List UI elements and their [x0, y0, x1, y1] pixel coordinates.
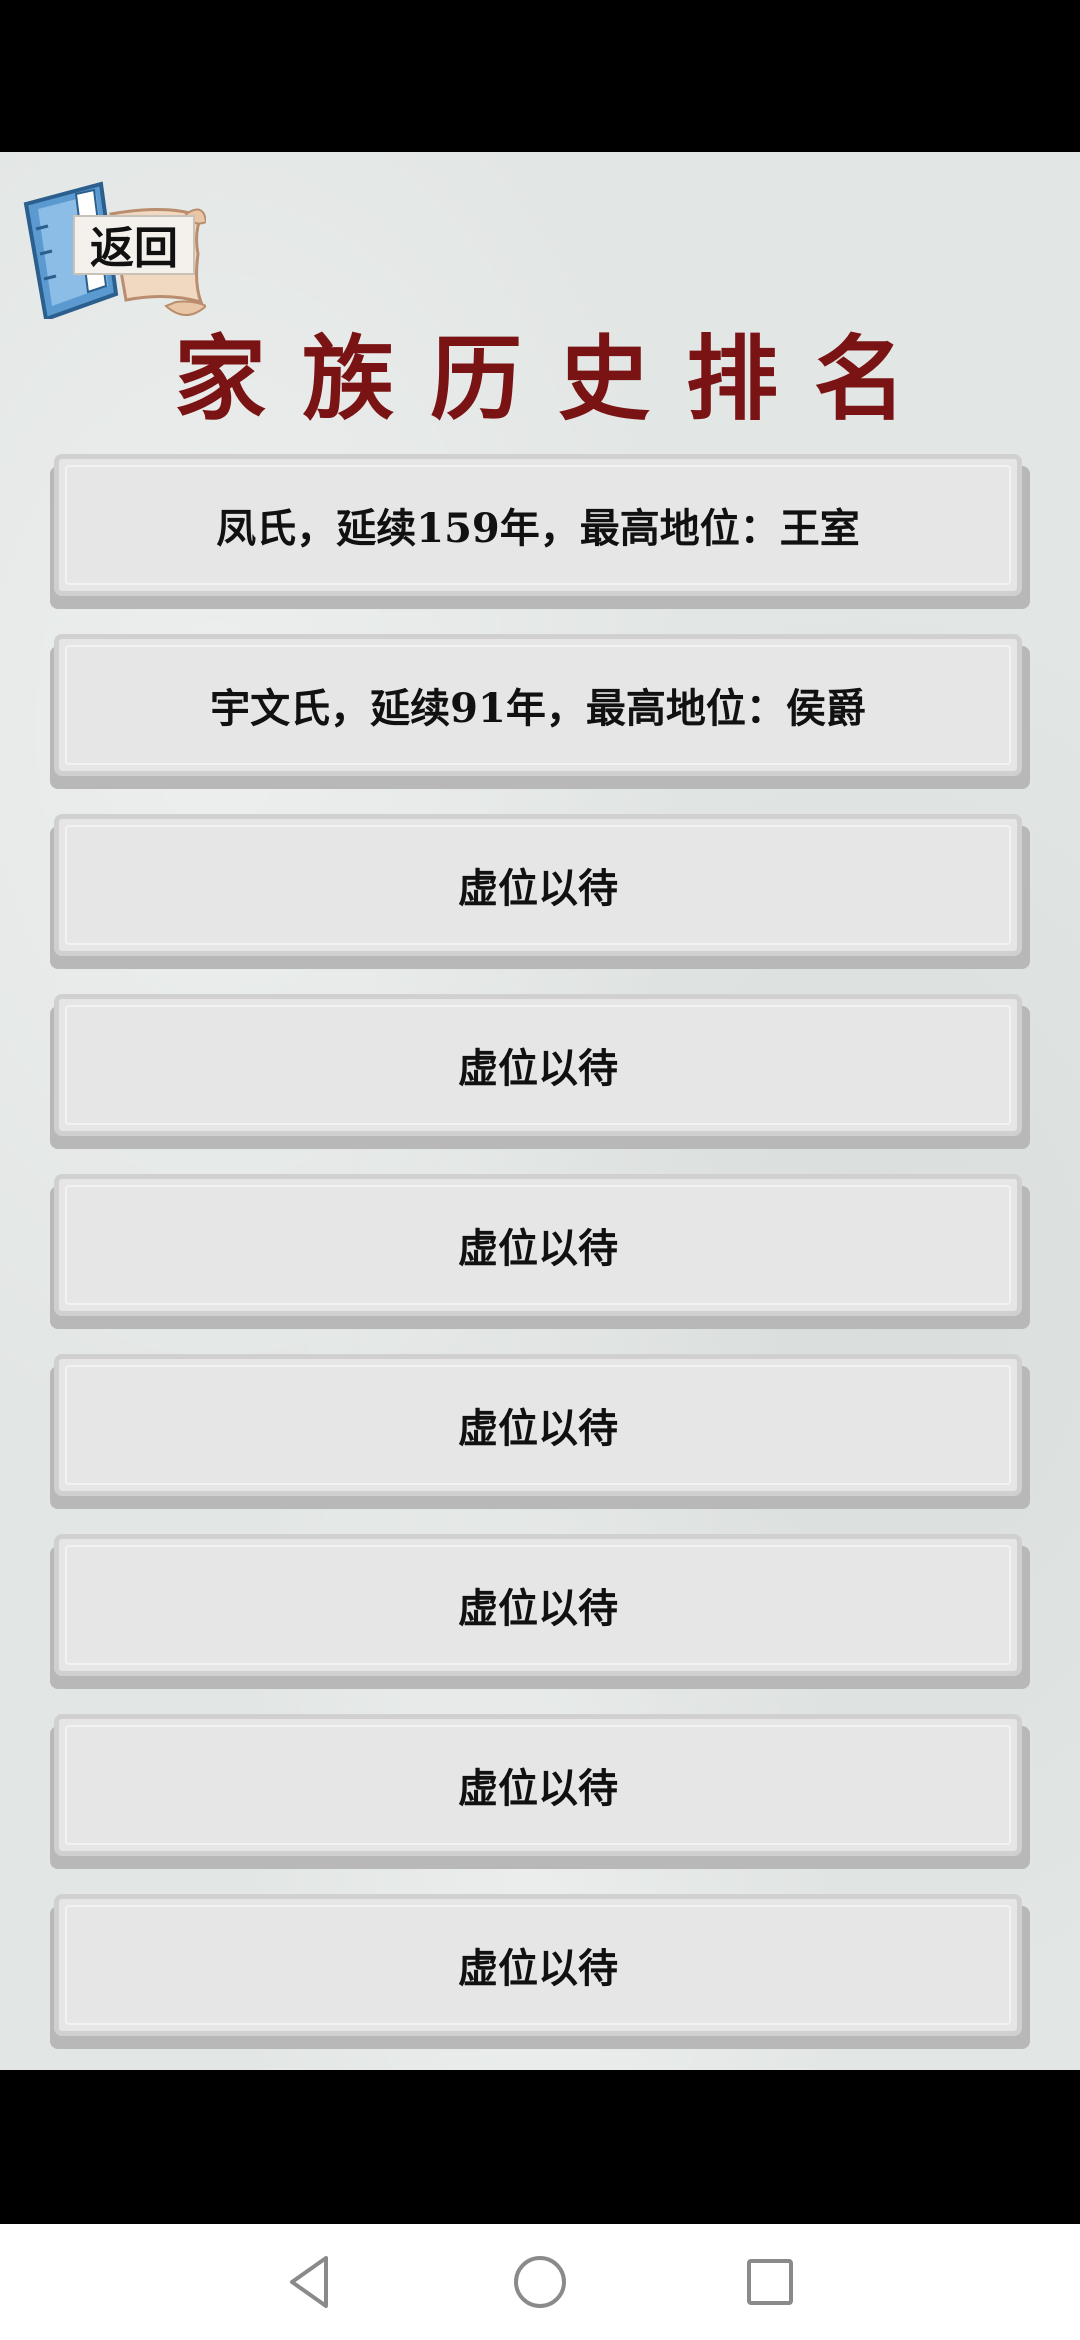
ranking-item[interactable]: 虚位以待 — [50, 994, 1030, 1149]
status-bar — [0, 0, 1080, 152]
ranking-item-text: 凤氏，延续159年，最高地位：王室 — [216, 505, 860, 552]
back-triangle-icon[interactable] — [280, 2252, 340, 2312]
ranking-item-text: 虚位以待 — [458, 1045, 618, 1092]
ranking-item[interactable]: 虚位以待 — [50, 1534, 1030, 1689]
ranking-item-text: 虚位以待 — [458, 1585, 618, 1632]
ranking-item[interactable]: 虚位以待 — [50, 1894, 1030, 2049]
ranking-item[interactable]: 虚位以待 — [50, 1714, 1030, 1869]
game-area: 返回 家族历史排名 凤氏，延续159年，最高地位：王室 宇文氏，延续91年，最高… — [0, 152, 1080, 2070]
ranking-item[interactable]: 虚位以待 — [50, 1174, 1030, 1329]
ranking-item-text: 虚位以待 — [458, 1225, 618, 1272]
ranking-item[interactable]: 凤氏，延续159年，最高地位：王室 — [50, 454, 1030, 609]
bottom-band — [0, 2070, 1080, 2224]
ranking-item-text: 虚位以待 — [458, 1945, 618, 1992]
ranking-item[interactable]: 虚位以待 — [50, 814, 1030, 969]
ranking-item-text: 虚位以待 — [458, 1765, 618, 1812]
ranking-item-text: 虚位以待 — [458, 1405, 618, 1452]
back-button[interactable]: 返回 — [16, 174, 206, 319]
ranking-item-text: 虚位以待 — [458, 865, 618, 912]
back-label: 返回 — [90, 223, 178, 274]
ranking-item[interactable]: 宇文氏，延续91年，最高地位：侯爵 — [50, 634, 1030, 789]
navigation-bar — [0, 2224, 1080, 2340]
ranking-item[interactable]: 虚位以待 — [50, 1354, 1030, 1509]
recents-square-icon[interactable] — [740, 2252, 800, 2312]
ranking-list: 凤氏，延续159年，最高地位：王室 宇文氏，延续91年，最高地位：侯爵 虚位以待… — [50, 454, 1030, 2070]
ranking-item-text: 宇文氏，延续91年，最高地位：侯爵 — [210, 685, 866, 732]
home-circle-icon[interactable] — [510, 2252, 570, 2312]
page-title: 家族历史排名 — [173, 325, 942, 433]
